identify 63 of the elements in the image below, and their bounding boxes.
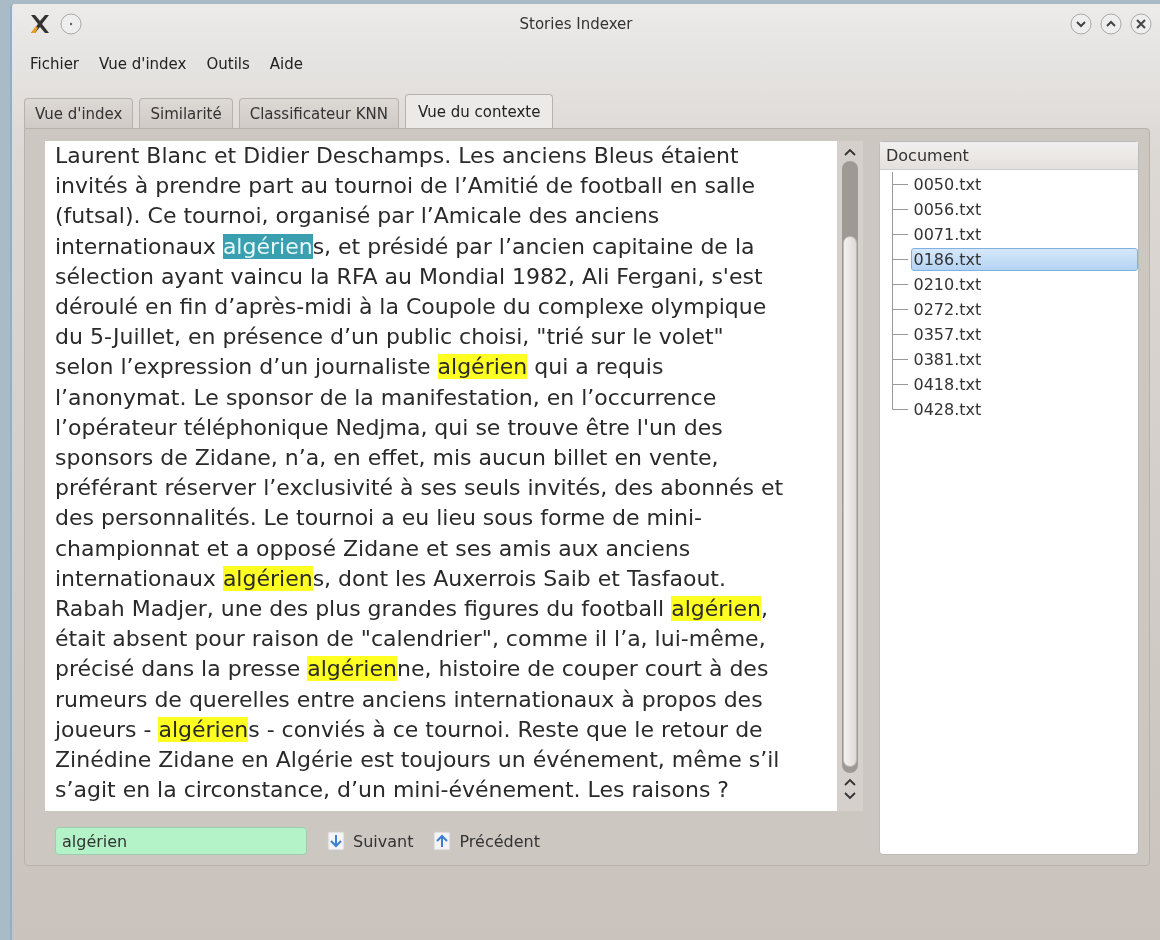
tree-branch-icon [892, 272, 909, 297]
tree-item[interactable]: 0272.txt [910, 298, 1138, 321]
menu-item[interactable]: Outils [206, 55, 250, 73]
text-line: internationaux algériens, dont les Auxerrois Saib et Tasfaout. [55, 564, 726, 593]
tree-item[interactable]: 0357.txt [910, 323, 1138, 346]
tree-branch-icon [892, 172, 909, 197]
tab[interactable]: Classificateur KNN [238, 98, 400, 128]
down-arrow-icon [327, 831, 345, 851]
tree-item[interactable]: 0071.txt [910, 223, 1138, 246]
menu-item[interactable]: Aide [269, 55, 303, 73]
maximize-button[interactable] [1100, 13, 1122, 35]
text-line: Laurent Blanc et Didier Deschamps. Les anciens Bleus étaient [55, 142, 739, 170]
tab[interactable]: Vue du contexte [405, 94, 554, 128]
text-line: des personnalités. Le tournoi a eu lieu sous forme de mini- [55, 504, 703, 533]
text-line: préférant réserver l’exclusivité à ses seuls invités, des abonnés et [55, 474, 784, 503]
tree-branch-icon [892, 247, 909, 272]
tree-branch-icon [892, 297, 909, 322]
column-header[interactable]: Document [880, 142, 1138, 170]
tree-branch-icon [892, 322, 909, 347]
text-line: joueurs - algériens - conviés à ce tournoi. Reste que le retour de [55, 715, 763, 744]
text-line: s’agit en la circonstance, d’un mini-événement. Les raisons ? [55, 776, 730, 805]
tree-item[interactable]: 0050.txt [910, 173, 1138, 196]
text-line: internationaux algériens, et présidé par l’ancien capitaine de la [55, 232, 755, 261]
text-line: déroulé en fin d’après-midi à la Coupole du complexe olympique [55, 293, 767, 321]
text-line: Rabah Madjer, une des plus grandes figures du football algérien, [55, 595, 768, 624]
text-line: Zinédine Zidane en Algérie est toujours un événement, même s’il [55, 746, 780, 775]
text-line: l’anonymat. Le sponsor de la manifestation, en l’occurrence [55, 383, 717, 412]
tree-item[interactable]: 0428.txt [910, 398, 1138, 421]
text-line: rumeurs de querelles entre anciens internationaux à propos des [55, 685, 763, 714]
tree-item[interactable]: 0056.txt [910, 198, 1138, 221]
text-line: selon l’expression d’un journaliste algérien qui a requis [55, 353, 664, 382]
up-arrow-icon [433, 831, 452, 851]
text-line: précisé dans la presse algérienne, histoire de couper court à des [55, 655, 769, 684]
menu-item[interactable]: Fichier [30, 55, 80, 73]
app-logo-icon [28, 12, 52, 36]
scroll-up-icon[interactable] [843, 147, 857, 157]
search-field[interactable]: algérien [55, 827, 307, 855]
text-line: l’opérateur téléphonique Nedjma, qui se trouve être l'un des [55, 413, 723, 442]
scroll-up-icon[interactable] [843, 777, 857, 787]
tree-branch-icon [892, 347, 909, 372]
tab[interactable]: Vue d'index [24, 98, 134, 128]
tree-item[interactable]: 0381.txt [910, 348, 1138, 371]
text-line: championnat et a opposé Zidane et ses amis aux anciens [55, 534, 691, 563]
minimize-button[interactable] [1070, 13, 1092, 35]
text-line: sélection ayant vaincu la RFA au Mondial 1982, Ali Fergani, s'est [55, 262, 763, 291]
text-line: invités à prendre part au tournoi de l’Amitié de football en salle [55, 172, 756, 201]
nav-button[interactable]: Suivant [327, 831, 414, 851]
scroll-down-icon[interactable] [843, 791, 857, 801]
window-title: Stories Indexer [518, 15, 634, 33]
scrollbar-thumb[interactable] [843, 236, 857, 767]
menu-item[interactable]: Vue d'index [99, 55, 187, 73]
text-line: était absent pour raison de "calendrier", comme il l’a, lui-même, [55, 625, 766, 654]
text-line: sponsors de Zidane, n’a, en effet, mis aucun billet en vente, [55, 444, 719, 473]
nav-button[interactable]: Précédent [433, 831, 540, 851]
close-button[interactable] [1130, 13, 1152, 35]
tree-item[interactable]: 0186.txt [910, 248, 1138, 271]
text-line: (futsal). Ce tournoi, organisé par l’Amicale des anciens [55, 202, 660, 231]
text-line: du 5-Juillet, en présence d’un public choisi, "trié sur le volet" [55, 323, 724, 352]
tab[interactable]: Similarité [139, 98, 233, 128]
tree-item[interactable]: 0210.txt [910, 273, 1138, 296]
tree-branch-icon [892, 222, 909, 247]
tree-item[interactable]: 0418.txt [910, 373, 1138, 396]
tree-branch-icon [892, 197, 909, 222]
